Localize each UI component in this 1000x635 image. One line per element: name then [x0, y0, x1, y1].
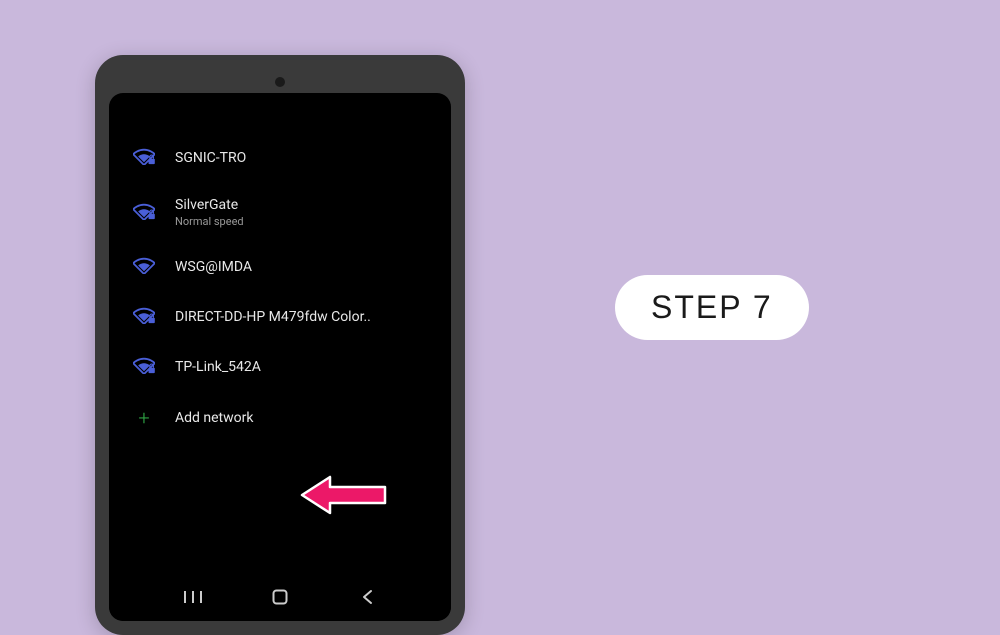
home-button[interactable]	[260, 577, 300, 617]
wifi-subtitle: Normal speed	[175, 215, 244, 228]
wifi-name: SilverGate	[175, 197, 244, 213]
wifi-signal-icon	[133, 256, 155, 278]
wifi-signal-locked-icon	[133, 202, 155, 224]
wifi-signal-locked-icon	[133, 306, 155, 328]
plus-icon: +	[133, 406, 155, 430]
wifi-network-item[interactable]: WSG@IMDA	[109, 242, 451, 292]
tablet-device-frame: SGNIC-TRO SilverGate Normal speed WSG@IM…	[95, 55, 465, 635]
android-nav-bar	[109, 573, 451, 621]
wifi-network-item[interactable]: SGNIC-TRO	[109, 133, 451, 183]
wifi-name: WSG@IMDA	[175, 259, 252, 275]
wifi-signal-locked-icon	[133, 356, 155, 378]
wifi-network-item[interactable]: DIRECT-DD-HP M479fdw Color..	[109, 292, 451, 342]
back-button[interactable]	[347, 577, 387, 617]
wifi-settings-list: SGNIC-TRO SilverGate Normal speed WSG@IM…	[109, 93, 451, 573]
wifi-network-item[interactable]: TP-Link_542A	[109, 342, 451, 392]
wifi-signal-locked-icon	[133, 147, 155, 169]
wifi-name: DIRECT-DD-HP M479fdw Color..	[175, 309, 371, 325]
step-badge: STEP 7	[615, 275, 809, 340]
wifi-name: SGNIC-TRO	[175, 150, 246, 166]
add-network-button[interactable]: + Add network	[109, 392, 451, 444]
wifi-name: TP-Link_542A	[175, 359, 261, 375]
add-network-label: Add network	[175, 410, 253, 426]
wifi-network-item[interactable]: SilverGate Normal speed	[109, 183, 451, 242]
recents-button[interactable]	[173, 577, 213, 617]
step-label: STEP 7	[651, 289, 773, 325]
tablet-screen: SGNIC-TRO SilverGate Normal speed WSG@IM…	[109, 93, 451, 621]
